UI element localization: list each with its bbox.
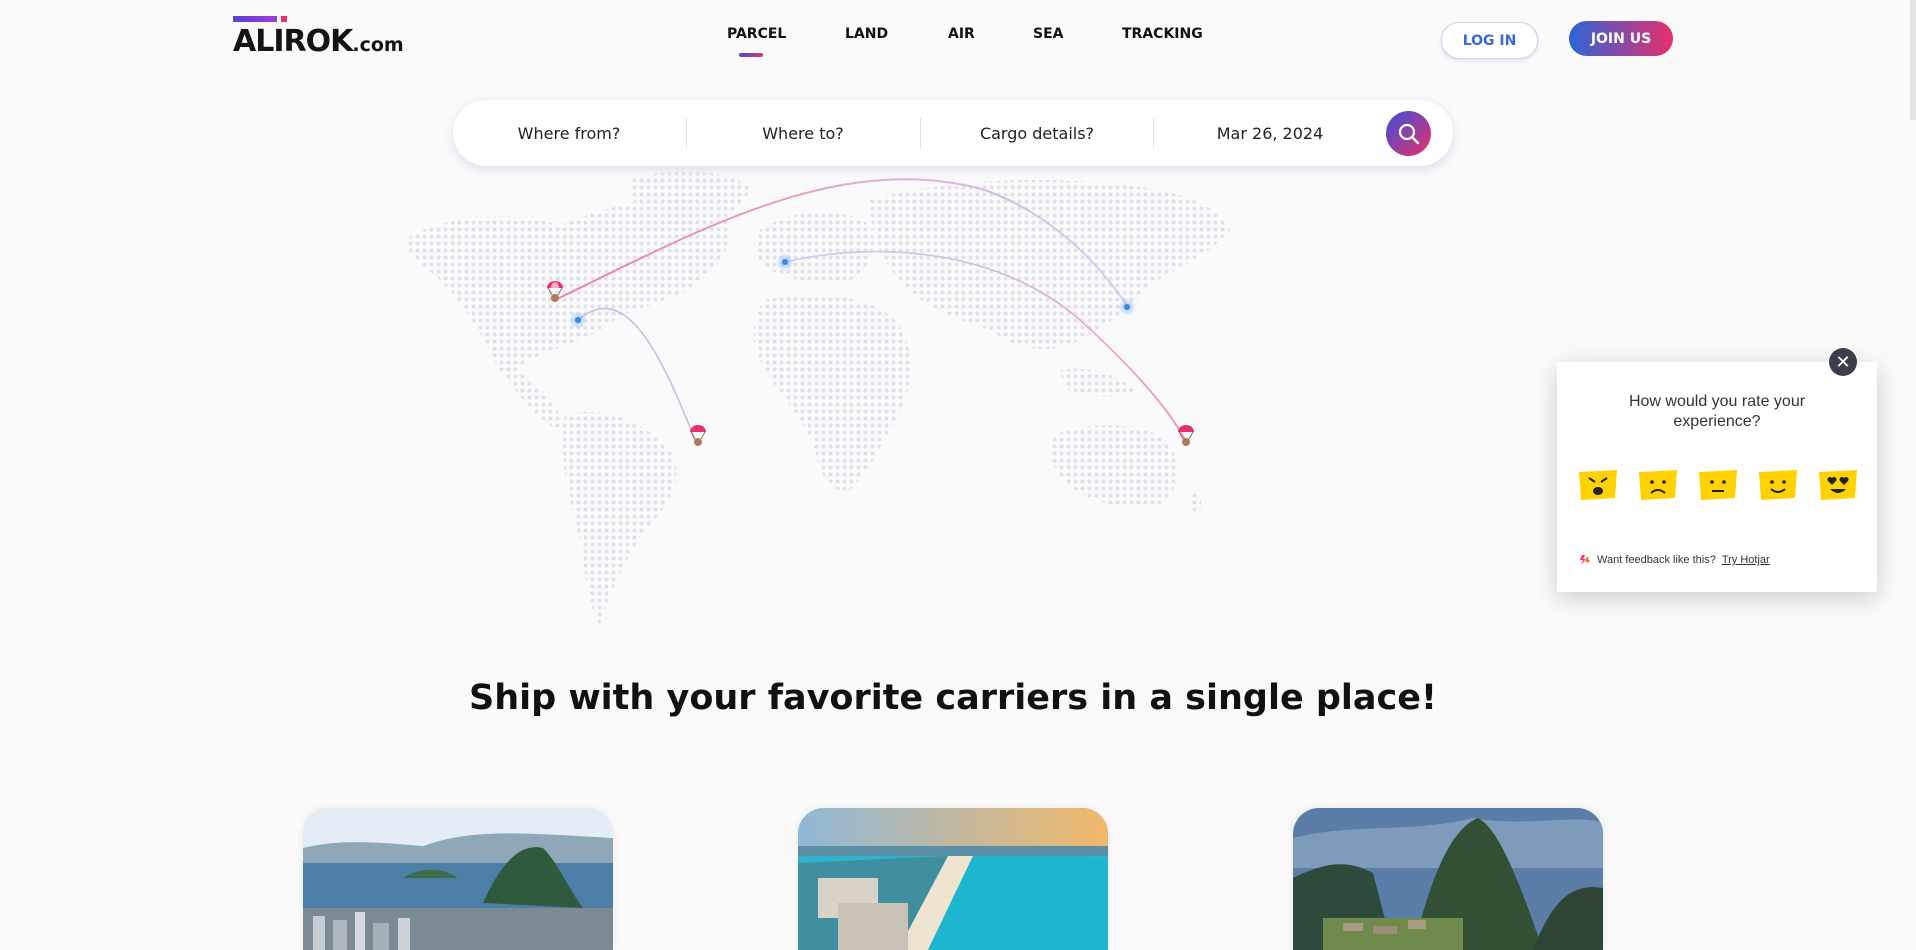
parachute-parcel-icon xyxy=(1178,425,1194,446)
nav-parcel-label: PARCEL xyxy=(727,26,787,42)
feedback-widget: How would you rate your experience? Want… xyxy=(1557,362,1877,592)
feedback-footer-text: Want feedback like this? xyxy=(1597,554,1716,566)
destination-card[interactable] xyxy=(798,808,1108,950)
feedback-footer: Want feedback like this? Try Hotjar xyxy=(1579,554,1770,566)
cargo-details-field[interactable]: Cargo details? xyxy=(921,100,1153,166)
date-field[interactable]: Mar 26, 2024 xyxy=(1154,100,1386,166)
continents xyxy=(405,171,1230,625)
nav-air-label: AIR xyxy=(948,26,975,42)
nav-sea-label: SEA xyxy=(1033,26,1064,42)
rating-good-icon[interactable] xyxy=(1757,468,1799,502)
nav-tracking[interactable]: TRACKING xyxy=(1122,26,1203,42)
destination-card[interactable] xyxy=(303,808,613,950)
logo-text: ALIROK.com xyxy=(233,24,404,59)
rating-love-icon[interactable] xyxy=(1817,468,1859,502)
rating-bad-icon[interactable] xyxy=(1637,468,1679,502)
logo-bar xyxy=(233,16,277,22)
destination-card[interactable] xyxy=(1293,808,1603,950)
machu-picchu-image xyxy=(1293,808,1603,950)
logo-dot xyxy=(281,16,287,22)
hotjar-logo-icon xyxy=(1580,555,1590,565)
location-pin-icon xyxy=(1118,298,1136,316)
nav-parcel[interactable]: PARCEL xyxy=(727,26,787,57)
location-pin-icon xyxy=(776,253,794,271)
nav-active-indicator xyxy=(739,53,763,57)
where-from-field[interactable]: Where from? xyxy=(453,100,685,166)
cancun-beach-image xyxy=(798,808,1108,950)
join-us-button[interactable]: JOIN US xyxy=(1569,21,1673,56)
try-hotjar-link[interactable]: Try Hotjar xyxy=(1722,554,1770,566)
nav-sea[interactable]: SEA xyxy=(1033,26,1063,42)
main-nav: PARCEL LAND AIR SEA TRACKING xyxy=(700,26,1300,66)
world-map xyxy=(405,171,1230,625)
close-feedback-button[interactable]: ✕ xyxy=(1829,348,1857,376)
search-icon xyxy=(1398,123,1419,144)
search-bar: Where from? Where to? Cargo details? Mar… xyxy=(453,100,1453,166)
nav-land-label: LAND xyxy=(845,26,889,42)
nav-air[interactable]: AIR xyxy=(948,26,975,42)
feedback-question: How would you rate your experience? xyxy=(1628,393,1806,430)
rating-very-bad-icon[interactable] xyxy=(1577,468,1619,502)
nav-land[interactable]: LAND xyxy=(845,26,888,42)
rio-de-janeiro-image xyxy=(303,808,613,950)
close-icon: ✕ xyxy=(1835,351,1851,373)
nav-tracking-label: TRACKING xyxy=(1122,26,1203,42)
location-pin-icon xyxy=(569,311,587,329)
page-headline: Ship with your favorite carriers in a si… xyxy=(468,678,1437,718)
login-button[interactable]: LOG IN xyxy=(1441,22,1538,59)
search-button[interactable] xyxy=(1386,111,1431,156)
where-to-field[interactable]: Where to? xyxy=(687,100,919,166)
logo[interactable]: ALIROK.com xyxy=(233,14,423,59)
rating-neutral-icon[interactable] xyxy=(1697,468,1739,502)
scrollbar[interactable] xyxy=(1910,0,1916,120)
